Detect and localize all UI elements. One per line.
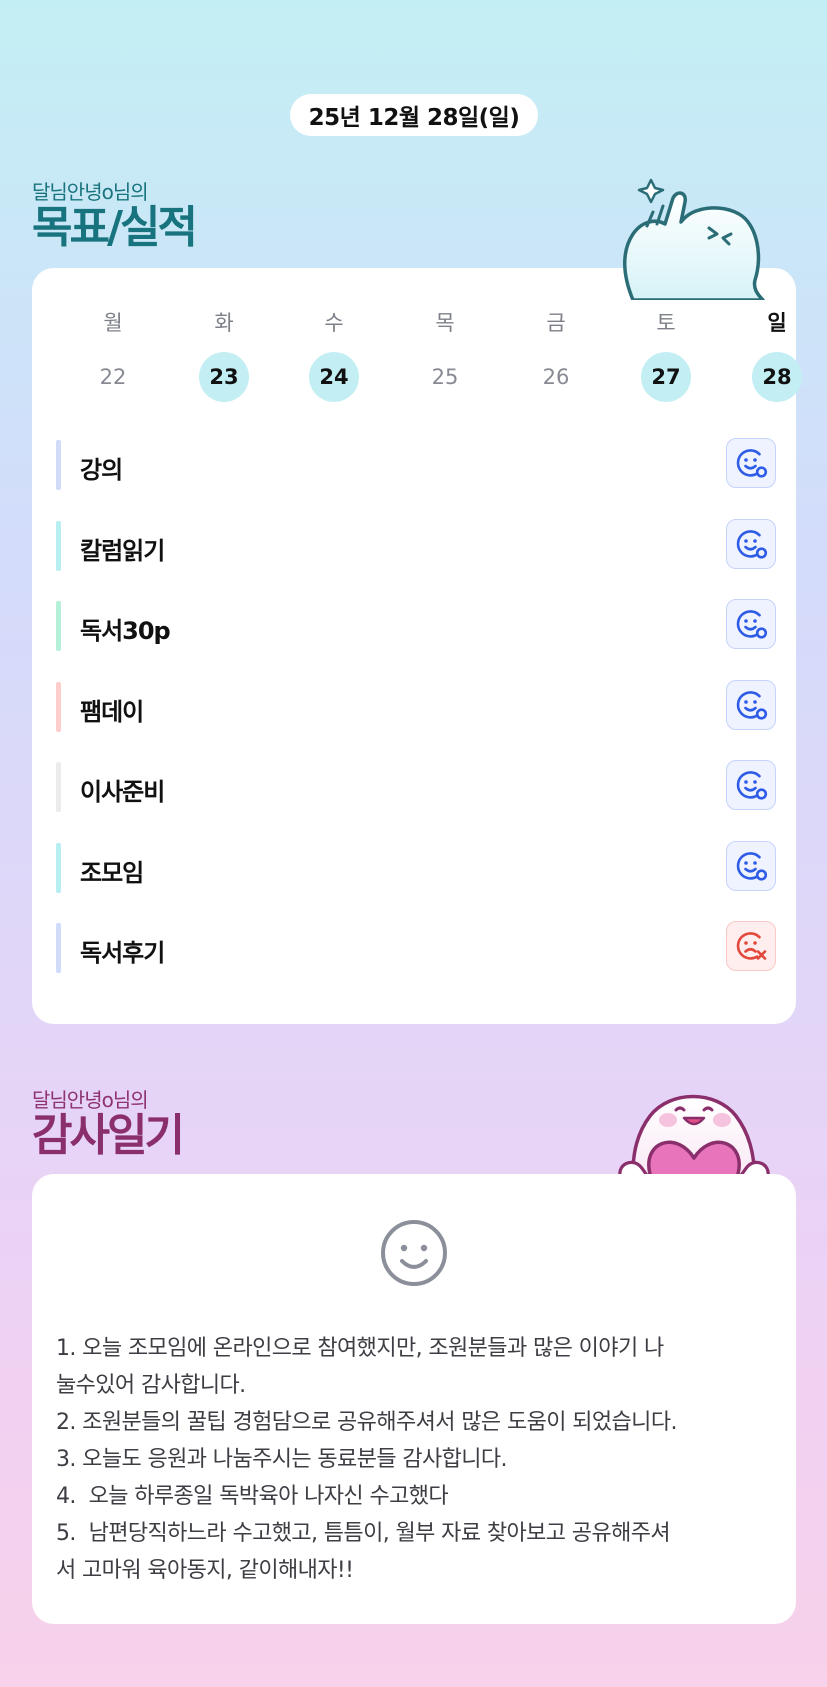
goal-row[interactable]: 강의 xyxy=(56,438,776,490)
weekday-label: 토 xyxy=(656,311,676,335)
thanks-journal-text: 1. 오늘 조모임에 온라인으로 참여했지만, 조원분들과 많은 이야기 나 눌… xyxy=(56,1336,677,1583)
goal-label: 칼럼읽기 xyxy=(80,537,165,565)
goal-status-achieved[interactable] xyxy=(726,680,776,730)
goal-color-bar xyxy=(56,923,61,973)
goal-color-bar xyxy=(56,521,61,571)
goal-color-bar xyxy=(56,601,61,651)
smile-check-icon xyxy=(736,771,768,800)
goal-row[interactable]: 독서후기 xyxy=(56,921,776,973)
smile-check-icon xyxy=(736,691,768,720)
goal-status-achieved[interactable] xyxy=(726,519,776,569)
goals-card: 월 22 화 23 수 24 목 25 금 26 토 27 일 28 강의 칼럼… xyxy=(32,268,802,1024)
day-number-today: 28 xyxy=(752,352,802,402)
weekday-label-today: 일 xyxy=(767,311,787,335)
thanks-card: 1. 오늘 조모임에 온라인으로 참여했지만, 조원분들과 많은 이야기 나 눌… xyxy=(32,1174,796,1624)
day-number-done: 23 xyxy=(199,352,249,402)
smile-check-icon xyxy=(736,610,768,639)
goal-status-achieved[interactable] xyxy=(726,438,776,488)
day-number: 26 xyxy=(542,365,570,389)
goals-title: 목표/실적 xyxy=(32,202,198,253)
smile-check-icon xyxy=(736,530,768,559)
goal-status-achieved[interactable] xyxy=(726,760,776,810)
day-column[interactable]: 금 26 xyxy=(526,308,586,402)
day-column[interactable]: 목 25 xyxy=(415,308,475,402)
goal-label: 강의 xyxy=(80,456,123,484)
day-column[interactable]: 수 24 xyxy=(304,308,364,402)
goals-section-header: 달님안녕o님의 목표/실적 xyxy=(32,176,198,253)
goal-status-achieved[interactable] xyxy=(726,599,776,649)
goal-status-failed[interactable] xyxy=(726,921,776,971)
weekday-label: 월 xyxy=(103,311,123,335)
day-number: 25 xyxy=(431,365,459,389)
thanks-owner-label: 달님안녕o님의 xyxy=(32,1088,149,1112)
goal-label: 조모임 xyxy=(80,859,144,887)
sad-x-icon xyxy=(736,932,767,960)
date-label[interactable]: 25년 12월 28일(일) xyxy=(290,94,538,136)
day-column[interactable]: 토 27 xyxy=(636,308,696,402)
cheer-mascot-illustration xyxy=(623,178,765,300)
goal-label: 독서후기 xyxy=(80,939,165,967)
weekday-label: 수 xyxy=(324,311,344,335)
day-column-today[interactable]: 일 28 xyxy=(747,308,807,402)
day-column[interactable]: 화 23 xyxy=(194,308,254,402)
weekday-label: 화 xyxy=(214,311,234,335)
goal-label: 독서30p xyxy=(80,617,171,645)
smile-face-icon xyxy=(381,1220,447,1286)
day-number: 22 xyxy=(99,365,127,389)
goal-label: 이사준비 xyxy=(80,778,165,806)
weekday-label: 목 xyxy=(435,311,455,335)
smile-check-icon xyxy=(736,852,768,881)
thanks-title: 감사일기 xyxy=(32,1110,185,1161)
goal-color-bar xyxy=(56,682,61,732)
goal-color-bar xyxy=(56,762,61,812)
goal-status-achieved[interactable] xyxy=(726,841,776,891)
goals-owner-label: 달님안녕o님의 xyxy=(32,180,149,204)
day-number-done: 27 xyxy=(641,352,691,402)
goal-label: 팸데이 xyxy=(80,698,144,726)
goal-row[interactable]: 이사준비 xyxy=(56,760,776,812)
goal-row[interactable]: 칼럼읽기 xyxy=(56,519,776,571)
smile-check-icon xyxy=(736,449,768,478)
goal-row[interactable]: 조모임 xyxy=(56,841,776,893)
goal-row[interactable]: 독서30p xyxy=(56,599,776,651)
day-column[interactable]: 월 22 xyxy=(83,308,143,402)
goal-color-bar xyxy=(56,843,61,893)
weekday-label: 금 xyxy=(546,311,566,335)
thanks-section-header: 달님안녕o님의 감사일기 xyxy=(32,1084,185,1161)
goal-color-bar xyxy=(56,440,61,490)
day-number-done: 24 xyxy=(309,352,359,402)
goal-row[interactable]: 팸데이 xyxy=(56,680,776,732)
